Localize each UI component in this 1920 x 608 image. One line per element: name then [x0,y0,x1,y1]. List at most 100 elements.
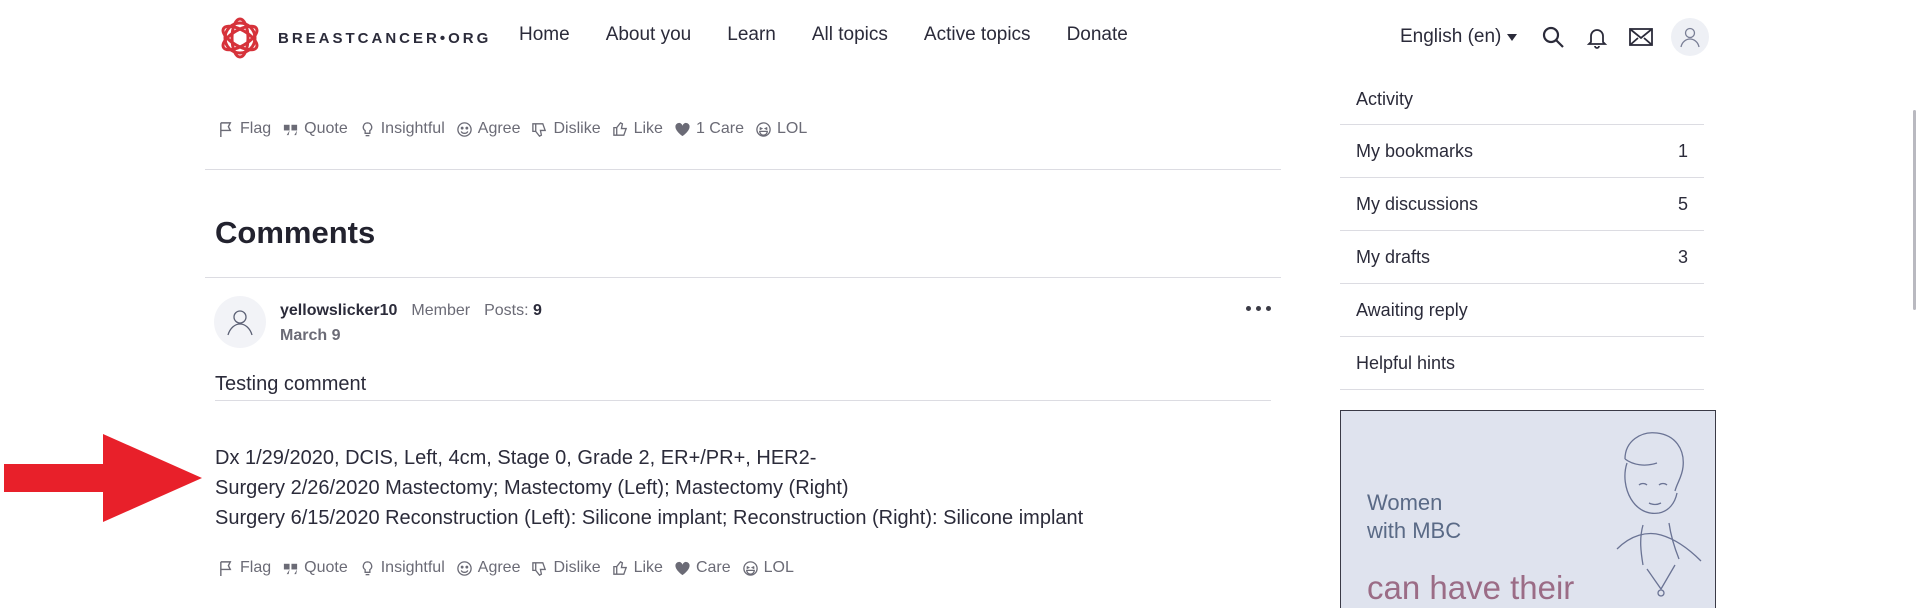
signature-divider [215,400,1271,401]
lol-label: LOL [763,559,794,576]
quote-label: Quote [304,120,348,137]
like-label: Like [633,120,663,137]
bell-icon[interactable] [1583,23,1611,51]
agree-label: Agree [477,120,521,137]
like-label: Like [633,559,663,576]
sidebar-ad[interactable]: Women with MBC can have their [1340,410,1716,608]
signature-line: Surgery 6/15/2020 Reconstruction (Left):… [215,507,1084,529]
more-icon[interactable] [1240,300,1277,317]
flag-button[interactable]: Flag [218,120,271,138]
nav-learn[interactable]: Learn [727,24,776,46]
language-label: English (en) [1400,26,1502,47]
comment-avatar[interactable] [214,296,266,348]
heart-icon [675,122,690,136]
flag-label: Flag [240,559,272,576]
nav-active-topics[interactable]: Active topics [924,24,1031,46]
thumbs-up-icon [612,121,627,136]
signature-line: Dx 1/29/2020, DCIS, Left, 4cm, Stage 0, … [215,447,817,469]
smile-icon [456,121,472,137]
care-label: 1 Care [695,120,744,137]
quote-button[interactable]: Quote [282,120,348,138]
comment-date[interactable]: March 9 [280,327,340,345]
comments-heading: Comments [215,215,376,250]
care-button[interactable]: Care [674,559,731,577]
like-button[interactable]: Like [612,559,663,577]
agree-button[interactable]: Agree [456,559,521,577]
sidebar-item-bookmarks[interactable]: My bookmarks 1 [1340,125,1704,178]
quote-icon [284,124,298,135]
comment-meta: yellowslicker10 Member Posts: 9 [280,302,542,320]
logo-text: BREASTCANCER•ORG [278,29,492,47]
agree-button[interactable]: Agree [456,120,521,138]
lol-button[interactable]: LOL [755,120,807,138]
scrollbar-thumb[interactable] [1913,110,1916,310]
woman-illustration-icon [1616,432,1702,597]
sidebar-item-awaiting-reply[interactable]: Awaiting reply [1340,284,1704,337]
care-button[interactable]: 1 Care [674,120,744,138]
laugh-icon [742,560,758,576]
flag-icon [220,560,232,576]
sidebar-item-helpful-hints[interactable]: Helpful hints [1340,337,1704,390]
ad-line: Women [1367,490,1443,515]
ad-tagline: can have their [1367,569,1575,606]
user-icon [1680,27,1701,48]
search-icon[interactable] [1539,23,1567,51]
post-reactions: Flag Quote Insightful Agree Dislike Like… [218,120,818,138]
dislike-label: Dislike [553,559,601,576]
flag-button[interactable]: Flag [218,559,271,577]
quote-button[interactable]: Quote [282,559,348,577]
nav-all-topics[interactable]: All topics [812,24,888,46]
main-nav: Home About you Learn All topics Active t… [519,24,1128,46]
insightful-label: Insightful [380,120,445,137]
sidebar-item-drafts[interactable]: My drafts 3 [1340,231,1704,284]
lightbulb-icon [362,560,373,575]
signature-line: Surgery 2/26/2020 Mastectomy; Mastectomy… [215,477,849,499]
like-button[interactable]: Like [612,120,663,138]
comment-reactions: Flag Quote Insightful Agree Dislike Like… [218,559,805,577]
sidebar-item-label: My discussions [1356,193,1479,214]
ad-line: with MBC [1367,518,1462,543]
insightful-label: Insightful [380,559,445,576]
agree-label: Agree [477,559,521,576]
annotation-arrow [4,434,202,522]
sidebar-item-count: 1 [1677,140,1688,161]
dislike-label: Dislike [553,120,601,137]
lol-label: LOL [776,120,808,137]
sidebar-item-count: 5 [1677,193,1688,214]
nav-about-you[interactable]: About you [606,24,692,46]
section-divider [205,169,1281,170]
mail-icon[interactable] [1627,23,1655,51]
flag-label: Flag [240,120,272,137]
nav-home[interactable]: Home [519,24,570,46]
sidebar-item-count: 3 [1677,246,1688,267]
language-selector[interactable]: English (en) [1400,26,1518,48]
sidebar-item-label: Awaiting reply [1356,299,1468,320]
insightful-button[interactable]: Insightful [359,559,445,577]
care-label: Care [695,559,731,576]
user-avatar[interactable] [1671,18,1710,56]
site-logo[interactable]: BREASTCANCER•ORG [218,16,491,60]
quote-icon [284,563,298,574]
logo-icon [221,17,259,59]
posts-label: Posts: [484,302,529,319]
lightbulb-icon [362,121,373,136]
sidebar-item-label: Helpful hints [1356,352,1456,373]
flag-icon [220,121,232,137]
dislike-button[interactable]: Dislike [531,559,601,577]
comment-author[interactable]: yellowslicker10 [280,302,397,320]
comment-posts: Posts: 9 [484,302,542,320]
caret-down-icon [1507,33,1518,41]
sidebar-item-activity[interactable]: Activity [1340,75,1704,125]
sidebar-item-label: Activity [1356,89,1414,109]
smile-icon [456,560,472,576]
laugh-icon [756,121,771,137]
header-actions: English (en) [1400,18,1710,56]
nav-donate[interactable]: Donate [1067,24,1128,46]
lol-button[interactable]: LOL [742,559,794,577]
sidebar-item-label: My drafts [1356,246,1431,267]
sidebar-item-discussions[interactable]: My discussions 5 [1340,178,1704,231]
insightful-button[interactable]: Insightful [359,120,445,138]
thumbs-up-icon [612,560,627,575]
comment-body: Testing comment [215,373,367,395]
dislike-button[interactable]: Dislike [531,120,601,138]
